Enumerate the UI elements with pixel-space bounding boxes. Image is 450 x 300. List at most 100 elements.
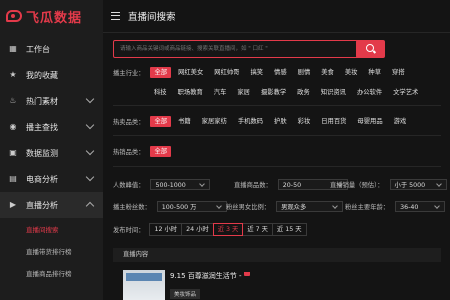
sidebar-subitem-live-room-search[interactable]: 直播间搜索 <box>0 218 103 240</box>
live-title[interactable]: 9.15 百尊滋润生活节 - <box>170 271 242 281</box>
sales-select[interactable]: 小于 5000 <box>389 179 447 190</box>
category-tag[interactable]: 书籍 <box>174 116 195 127</box>
chevron-up-icon <box>85 201 95 211</box>
filter-label: 播主行业： <box>113 70 145 77</box>
industry-tag[interactable]: 剧情 <box>294 67 315 78</box>
monitor-icon: ▣ <box>9 148 17 157</box>
industry-tag[interactable]: 汽车 <box>210 87 231 98</box>
industry-tag[interactable]: 政务 <box>293 87 314 98</box>
chevron-down-icon <box>85 120 95 130</box>
live-thumbnail[interactable] <box>123 270 165 300</box>
industry-tag[interactable]: 情感 <box>270 67 291 78</box>
select-value: 小于 5000 <box>394 182 426 189</box>
industry-tag[interactable]: 搞笑 <box>246 67 267 78</box>
brand-name: 飞瓜数据 <box>26 9 83 25</box>
industry-tag[interactable]: 职场教育 <box>174 87 207 98</box>
sidebar-item-label: 数据监测 <box>26 148 58 158</box>
time-option-24h[interactable]: 24 小时 <box>181 223 214 236</box>
industry-tag[interactable]: 网红美女 <box>174 67 207 78</box>
filter-label: 播主粉丝数： <box>113 204 151 211</box>
sidebar-subitem-live-sales-rank[interactable]: 直播带货排行榜 <box>0 240 103 262</box>
industry-tag[interactable]: 知识资讯 <box>317 87 350 98</box>
fire-icon: ♨ <box>9 96 17 105</box>
sidebar-subitem-live-product-rank[interactable]: 直播商品排行榜 <box>0 262 103 284</box>
industry-tag[interactable]: 摄影教学 <box>257 87 290 98</box>
industry-tag[interactable]: 家居 <box>233 87 254 98</box>
gender-select[interactable]: 男观众多 <box>276 201 344 212</box>
select-value: 36-40 <box>400 204 419 211</box>
sidebar-item-label: 热门素材 <box>26 96 58 106</box>
category-tag[interactable]: 全部 <box>150 146 172 157</box>
main-content: 直播间搜索 播主行业： 全部 网红美女 网红帅哥 搞笑 情感 剧情 美食 美妆 … <box>103 0 450 300</box>
chevron-down-icon <box>85 172 95 182</box>
industry-tag[interactable]: 种草 <box>364 67 385 78</box>
cart-icon: ▤ <box>9 174 17 183</box>
sidebar-item-label: 工作台 <box>26 44 50 54</box>
age-filter: 粉丝主要年龄： 36-40 <box>345 201 446 212</box>
sales-filter: 直播销量（预估）： 小于 5000 <box>330 179 447 190</box>
industry-tag[interactable]: 科技 <box>150 87 171 98</box>
user-icon: ◉ <box>9 122 17 131</box>
time-option-3d[interactable]: 近 3 天 <box>212 223 244 236</box>
time-toggle-group: 12 小时 24 小时 近 3 天 近 7 天 近 15 天 <box>149 223 307 236</box>
sidebar-item-label: 电商分析 <box>26 174 58 184</box>
sidebar: 飞瓜数据 ▦ 工作台 ★ 我的收藏 ♨ 热门素材 ◉ 播主查找 ▣ 数据监测 ▤… <box>0 0 103 300</box>
industry-tag[interactable]: 文学艺术 <box>389 87 422 98</box>
column-header-live-content: 直播内容 <box>123 251 149 258</box>
time-option-12h[interactable]: 12 小时 <box>149 223 183 236</box>
industry-tag[interactable]: 穿搭 <box>388 67 409 78</box>
fans-filter: 播主粉丝数： 100-500 万 <box>113 201 227 212</box>
gender-filter: 粉丝男女比例： 男观众多 <box>226 201 344 212</box>
fans-select[interactable]: 100-500 万 <box>156 201 227 212</box>
filter-label: 热卖品类： <box>113 119 145 126</box>
filter-label: 人数峰值： <box>113 182 145 189</box>
time-option-15d[interactable]: 近 15 天 <box>271 223 307 236</box>
industry-tag[interactable]: 办公软件 <box>353 87 386 98</box>
category-badge: 美妆饰品 <box>170 289 201 299</box>
category-tag[interactable]: 护肤 <box>270 116 291 127</box>
time-option-7d[interactable]: 近 7 天 <box>242 223 273 236</box>
sidebar-item-favorites[interactable]: ★ 我的收藏 <box>0 62 103 88</box>
search-input[interactable] <box>114 41 362 57</box>
category-tag[interactable]: 游戏 <box>390 116 411 127</box>
category-tag[interactable]: 日用百货 <box>317 116 350 127</box>
industry-filter-row-2: 科技 职场教育 汽车 家居 摄影教学 政务 知识资讯 办公软件 文学艺术 <box>150 87 425 98</box>
sidebar-item-ecommerce[interactable]: ▤ 电商分析 <box>0 166 103 192</box>
select-value: 男观众多 <box>281 204 307 211</box>
chevron-down-icon <box>85 146 95 156</box>
industry-tag[interactable]: 美食 <box>317 67 338 78</box>
sidebar-nav: ▦ 工作台 ★ 我的收藏 ♨ 热门素材 ◉ 播主查找 ▣ 数据监测 ▤ 电商分析 <box>0 36 103 284</box>
sidebar-item-live-analysis[interactable]: ▶ 直播分析 <box>0 192 103 218</box>
hot-category-row: 热卖品类： 全部 书籍 家居家纺 手机数码 护肤 彩妆 日用百货 母婴用品 游戏 <box>113 116 413 127</box>
viewers-select[interactable]: 500-1000 <box>150 179 211 190</box>
live-icon: ▶ <box>9 200 17 209</box>
category-tag[interactable]: 手机数码 <box>234 116 267 127</box>
category-tag[interactable]: 全部 <box>150 116 172 127</box>
sidebar-item-label: 我的收藏 <box>26 70 58 80</box>
menu-icon[interactable] <box>111 12 120 20</box>
sidebar-item-data-monitor[interactable]: ▣ 数据监测 <box>0 140 103 166</box>
brand-logo[interactable]: 飞瓜数据 <box>6 8 83 25</box>
category-tag[interactable]: 彩妆 <box>294 116 315 127</box>
industry-tag[interactable]: 美妆 <box>341 67 362 78</box>
logo-icon <box>6 10 22 22</box>
sidebar-item-streamer-search[interactable]: ◉ 播主查找 <box>0 114 103 140</box>
sidebar-item-hot-materials[interactable]: ♨ 热门素材 <box>0 88 103 114</box>
chevron-down-icon <box>435 181 442 187</box>
dashboard-icon: ▦ <box>9 44 17 53</box>
hot-sales-row: 热销品类： 全部 <box>113 146 174 157</box>
industry-tag[interactable]: 全部 <box>150 67 172 78</box>
age-select[interactable]: 36-40 <box>395 201 446 212</box>
filter-label: 粉丝男女比例： <box>226 204 271 211</box>
chevron-down-icon <box>434 203 440 209</box>
search-button[interactable] <box>356 40 385 58</box>
sidebar-item-label: 播主查找 <box>26 122 58 132</box>
sidebar-item-workbench[interactable]: ▦ 工作台 <box>0 36 103 62</box>
viewers-filter: 人数峰值： 500-1000 <box>113 179 211 190</box>
industry-tag[interactable]: 网红帅哥 <box>210 67 243 78</box>
search-icon <box>366 44 374 52</box>
category-tag[interactable]: 母婴用品 <box>353 116 386 127</box>
chevron-down-icon <box>332 203 338 209</box>
filter-label: 发布时间： <box>113 227 145 234</box>
category-tag[interactable]: 家居家纺 <box>198 116 231 127</box>
